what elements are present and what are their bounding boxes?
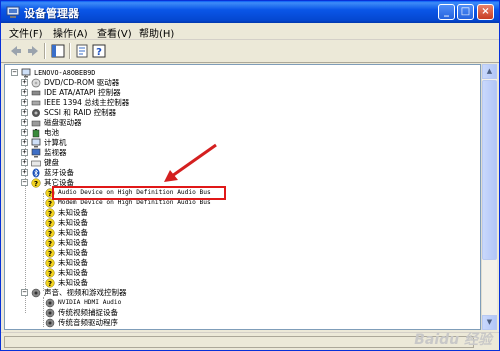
watermark: Baidu 经验 (414, 332, 492, 348)
annotation-arrow (164, 143, 217, 182)
